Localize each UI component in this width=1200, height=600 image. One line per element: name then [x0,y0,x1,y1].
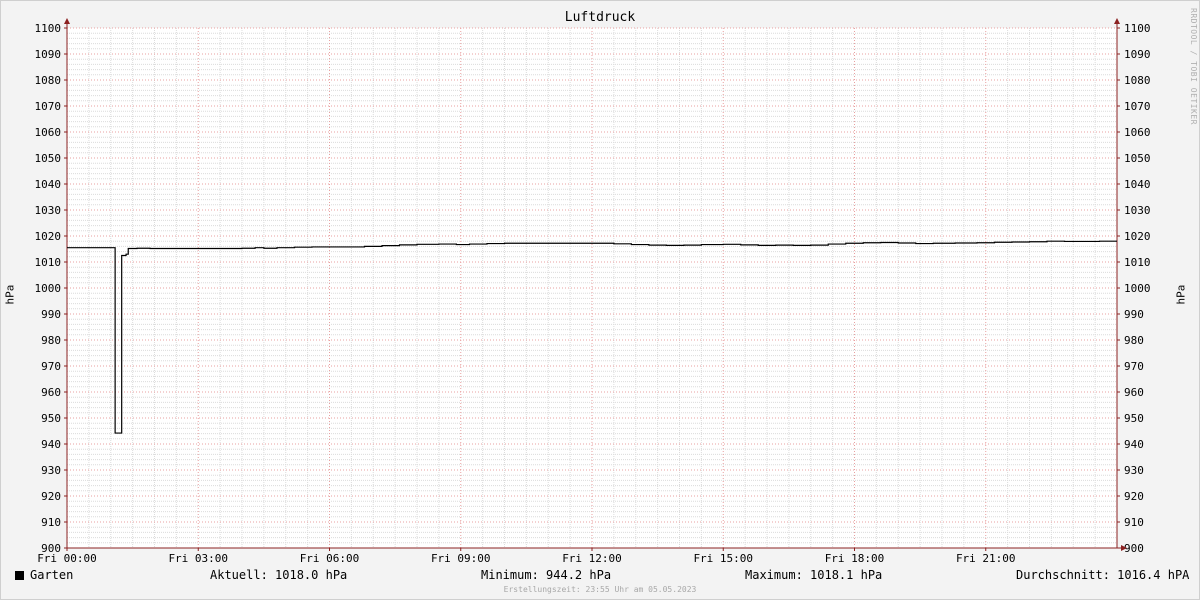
y-tick-label-left: 930 [41,464,61,477]
y-tick-label-left: 1010 [35,256,62,269]
y-tick-label-right: 1070 [1124,100,1151,113]
y-tick-label-right: 1060 [1124,126,1151,139]
y-tick-label-left: 980 [41,334,61,347]
y-tick-label-right: 960 [1124,386,1144,399]
y-tick-label-right: 1050 [1124,152,1151,165]
x-tick-label: Fri 00:00 [37,552,97,565]
y-tick-label-left: 1050 [35,152,62,165]
y-tick-label-left: 1090 [35,48,62,61]
y-tick-label-left: 940 [41,438,61,451]
y-tick-label-right: 1020 [1124,230,1151,243]
y-tick-label-left: 1100 [35,22,62,35]
legend-average: Durchschnitt: 1016.4 hPA [1016,568,1190,582]
creation-time-note: Erstellungszeit: 23:55 Uhr am 05.05.2023 [503,585,697,594]
x-tick-label: Fri 15:00 [693,552,753,565]
y-tick-label-left: 950 [41,412,61,425]
y-tick-label-right: 950 [1124,412,1144,425]
x-tick-label: Fri 21:00 [956,552,1016,565]
y-tick-label-right: 900 [1124,542,1144,555]
y-tick-label-right: 990 [1124,308,1144,321]
x-tick-label: Fri 09:00 [431,552,491,565]
y-tick-label-left: 1040 [35,178,62,191]
y-tick-label-left: 920 [41,490,61,503]
y-tick-label-right: 940 [1124,438,1144,451]
y-tick-label-right: 970 [1124,360,1144,373]
y-tick-label-right: 1100 [1124,22,1151,35]
y-tick-label-right: 1000 [1124,282,1151,295]
y-tick-label-left: 960 [41,386,61,399]
y-tick-label-left: 1030 [35,204,62,217]
x-tick-label: Fri 18:00 [825,552,885,565]
legend-maximum: Maximum: 1018.1 hPa [745,568,883,582]
y-tick-label-right: 1090 [1124,48,1151,61]
y-tick-label-left: 1020 [35,230,62,243]
chart-canvas: 900 900910 910920 920930 930940 940950 950960 9… [35,18,1151,565]
x-tick-label: Fri 12:00 [562,552,622,565]
y-tick-label-left: 970 [41,360,61,373]
legend-current: Aktuell: 1018.0 hPa [210,568,348,582]
y-tick-label-right: 1030 [1124,204,1151,217]
y-tick-label-right: 1080 [1124,74,1151,87]
y-tick-label-left: 1060 [35,126,62,139]
y-tick-label-right: 910 [1124,516,1144,529]
y-tick-label-right: 1010 [1124,256,1151,269]
legend-series-name: Garten [30,568,74,582]
legend-series: Garten [15,568,73,582]
y-axis-arrow-left-icon [64,18,70,24]
y-axis-arrow-right-icon [1114,18,1120,24]
y-tick-label-left: 1070 [35,100,62,113]
y-tick-label-left: 1000 [35,282,62,295]
legend-swatch-icon [15,571,24,580]
y-tick-label-right: 920 [1124,490,1144,503]
x-tick-label: Fri 06:00 [300,552,360,565]
y-tick-label-left: 990 [41,308,61,321]
y-tick-label-left: 910 [41,516,61,529]
legend-minimum: Minimum: 944.2 hPa [481,568,612,582]
y-tick-label-right: 930 [1124,464,1144,477]
y-tick-label-left: 1080 [35,74,62,87]
y-tick-label-right: 980 [1124,334,1144,347]
x-tick-label: Fri 03:00 [168,552,228,565]
y-tick-label-right: 1040 [1124,178,1151,191]
